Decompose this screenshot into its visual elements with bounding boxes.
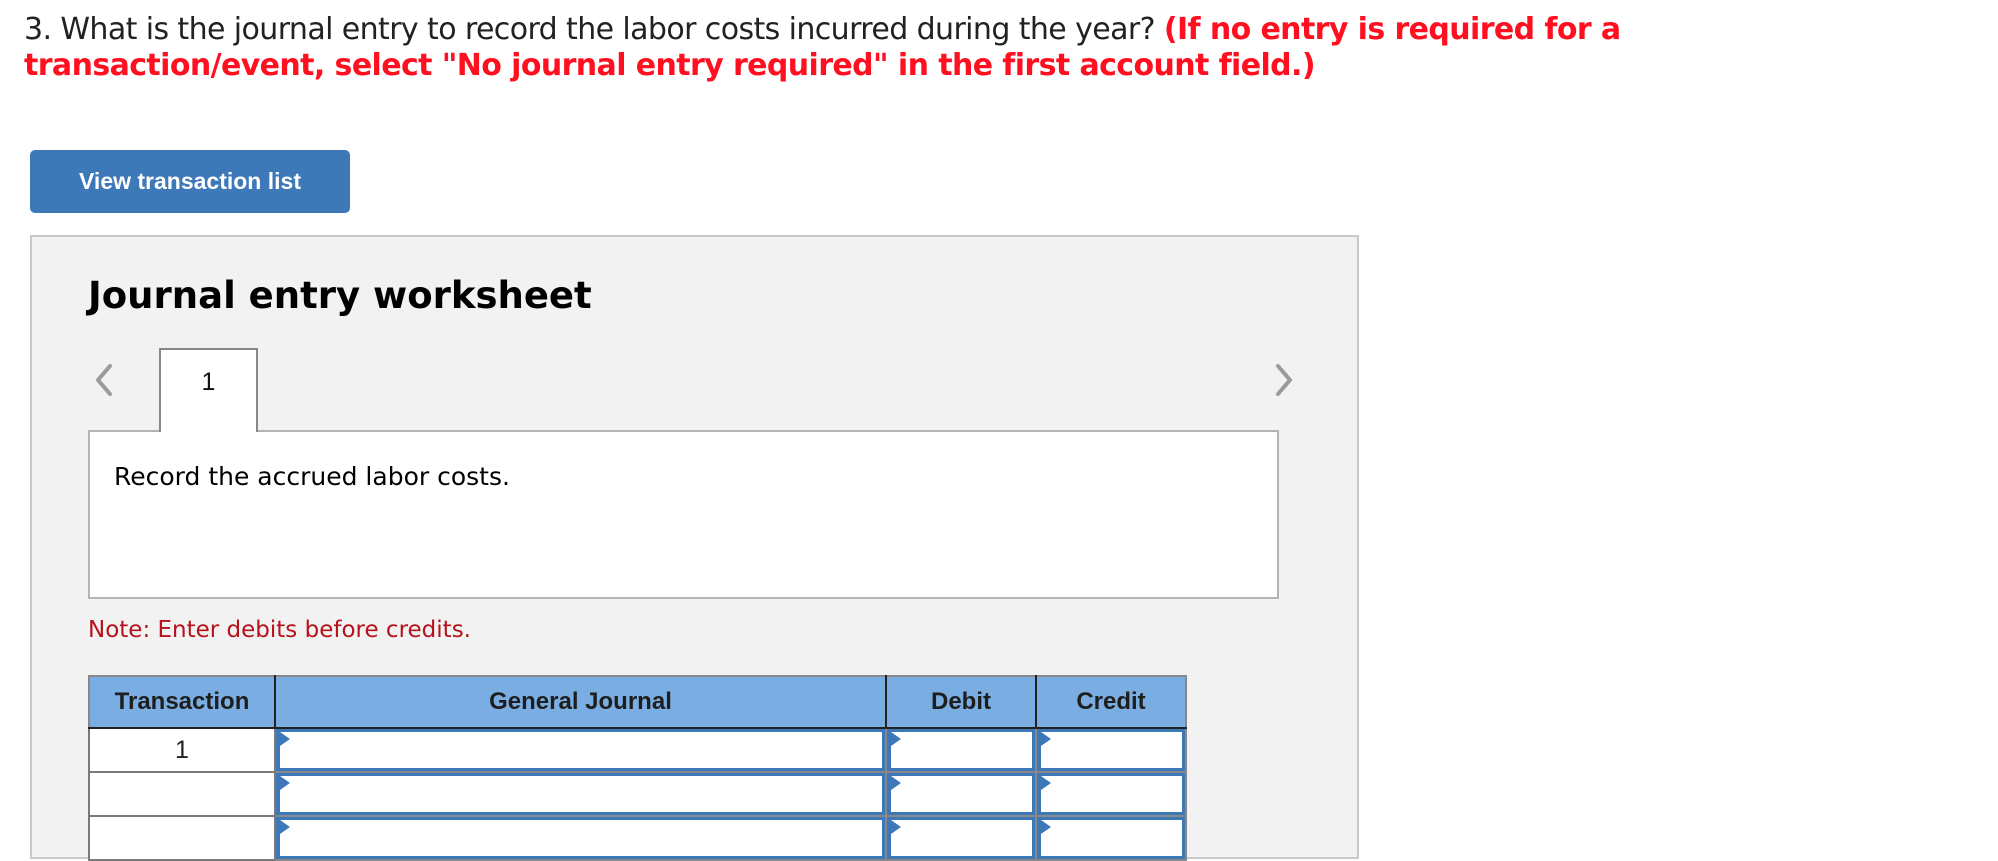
- account-input[interactable]: [276, 729, 885, 771]
- question-text: 3. What is the journal entry to record t…: [24, 12, 1924, 84]
- input-flag-icon: [1041, 732, 1051, 746]
- header-debit: Debit: [885, 675, 1037, 729]
- debit-cell[interactable]: [885, 771, 1037, 817]
- account-cell[interactable]: [274, 771, 887, 817]
- credit-input[interactable]: [1037, 729, 1185, 771]
- account-input[interactable]: [276, 817, 885, 859]
- credit-cell[interactable]: [1035, 727, 1187, 773]
- account-cell[interactable]: [274, 727, 887, 773]
- input-flag-icon: [1041, 776, 1051, 790]
- transaction-description-box: Record the accrued labor costs.: [88, 430, 1279, 599]
- chevron-right-icon[interactable]: [1270, 362, 1298, 398]
- credit-cell[interactable]: [1035, 771, 1187, 817]
- input-flag-icon: [891, 776, 901, 790]
- debit-input[interactable]: [887, 729, 1035, 771]
- journal-table: Transaction General Journal Debit Credit…: [88, 675, 1187, 861]
- transaction-cell: 1: [88, 727, 276, 773]
- input-flag-icon: [891, 732, 901, 746]
- debit-cell[interactable]: [885, 815, 1037, 861]
- transaction-cell: [88, 771, 276, 817]
- credit-input[interactable]: [1037, 773, 1185, 815]
- table-header-row: Transaction General Journal Debit Credit: [88, 675, 1187, 729]
- credit-cell[interactable]: [1035, 815, 1187, 861]
- tab-label: 1: [201, 368, 216, 396]
- table-row: 1: [88, 727, 1187, 773]
- view-transaction-list-button[interactable]: View transaction list: [30, 150, 350, 213]
- transaction-cell: [88, 815, 276, 861]
- tab-1[interactable]: 1: [159, 348, 258, 432]
- debit-cell[interactable]: [885, 727, 1037, 773]
- header-credit: Credit: [1035, 675, 1187, 729]
- header-transaction: Transaction: [88, 675, 276, 729]
- account-input[interactable]: [276, 773, 885, 815]
- dropdown-flag-icon: [280, 776, 290, 790]
- dropdown-flag-icon: [280, 820, 290, 834]
- table-row: [88, 815, 1187, 861]
- question-prompt: 3. What is the journal entry to record t…: [24, 12, 1156, 47]
- input-flag-icon: [891, 820, 901, 834]
- account-cell[interactable]: [274, 815, 887, 861]
- transaction-description: Record the accrued labor costs.: [114, 462, 510, 491]
- table-row: [88, 771, 1187, 817]
- header-general-journal: General Journal: [274, 675, 887, 729]
- chevron-left-icon[interactable]: [92, 362, 120, 398]
- debit-input[interactable]: [887, 773, 1035, 815]
- debit-input[interactable]: [887, 817, 1035, 859]
- input-flag-icon: [1041, 820, 1051, 834]
- credit-input[interactable]: [1037, 817, 1185, 859]
- debit-credit-note: Note: Enter debits before credits.: [88, 617, 471, 643]
- dropdown-flag-icon: [280, 732, 290, 746]
- worksheet-title: Journal entry worksheet: [88, 274, 592, 317]
